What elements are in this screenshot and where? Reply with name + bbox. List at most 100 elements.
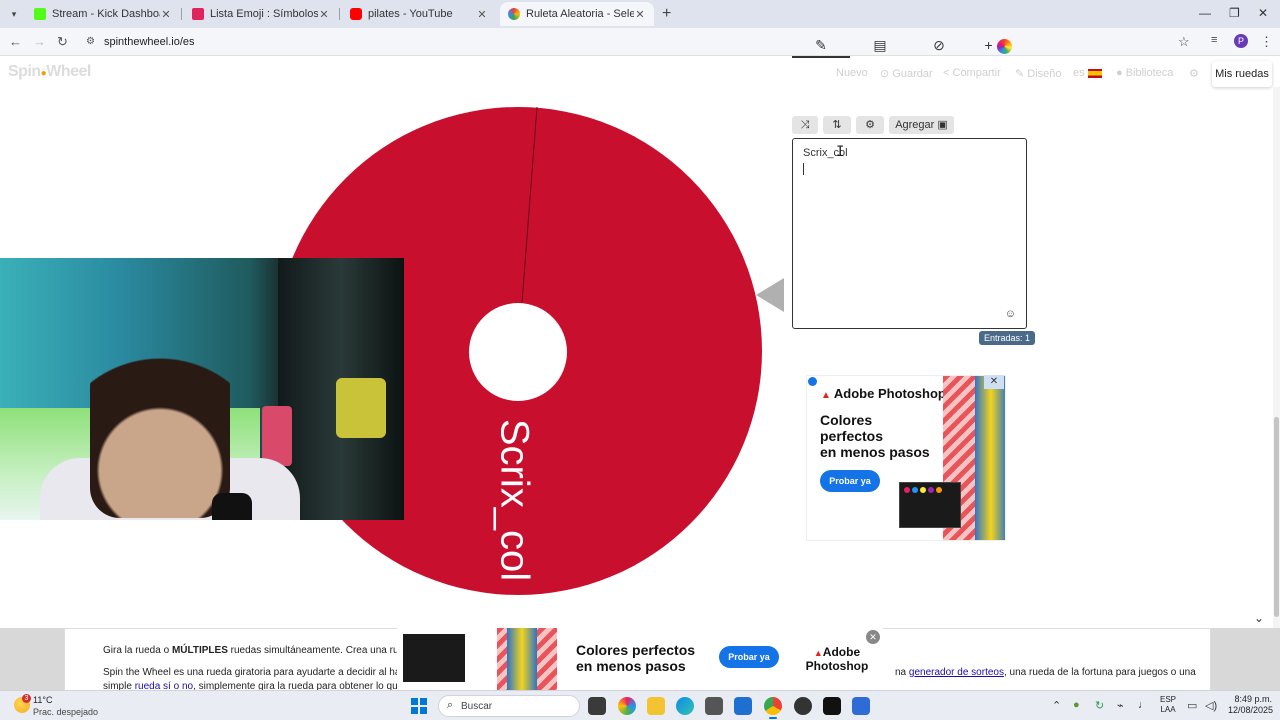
agregar-imagen-button[interactable]: Agregar ▣ — [889, 116, 954, 134]
webcam-microphone — [212, 493, 252, 520]
ad-headline-line: en menos pasos — [576, 658, 686, 674]
text-cursor-icon: I — [836, 144, 845, 160]
generador-sorteos-link[interactable]: generador de sorteos — [909, 667, 1004, 678]
tray-display-icon[interactable]: ▭ — [1187, 699, 1197, 712]
obs-icon[interactable] — [794, 697, 812, 715]
ad-color-dot — [936, 487, 942, 493]
tab-hidden[interactable]: ⊘ — [910, 34, 968, 58]
text-span: Gira la rueda o — [103, 645, 172, 656]
ad-model-image — [975, 376, 1005, 540]
ad-close-icon[interactable]: ✕ — [984, 375, 1004, 389]
tab-add-color[interactable]: + — [969, 34, 1027, 58]
settings-button[interactable]: ⚙ — [856, 116, 884, 134]
chrome-icon[interactable] — [764, 697, 782, 719]
ad-headline: Colores perfectos en menos pasos — [576, 642, 695, 674]
ad-color-dot — [904, 487, 910, 493]
system-clock[interactable]: 8:49 p.m. 12/08/2025 — [1228, 694, 1274, 716]
text-span: , una rueda de la fortuna para juegos o … — [1003, 667, 1196, 678]
tray-volume-icon[interactable]: ◁) — [1205, 699, 1217, 712]
ad-brand-text: Adobe — [822, 645, 861, 659]
keyboard-language[interactable]: ESP LAA — [1160, 695, 1176, 715]
description-line: na generador de sorteos, una rueda de la… — [895, 667, 1196, 678]
ad-brand: ▲Adobe Photoshop — [802, 646, 872, 673]
gear-icon: ⚙ — [865, 119, 875, 131]
description-line: Spin the Wheel es una rueda giratoria pa… — [103, 667, 423, 678]
search-icon: ⌕ — [447, 699, 454, 711]
wheel-pointer-arrow — [756, 278, 784, 312]
app-icon[interactable] — [705, 697, 723, 715]
ad-model-image — [507, 628, 537, 690]
color-wheel-icon — [996, 38, 1012, 54]
wheel-segment-label: Scrix_col — [492, 419, 536, 581]
ad-brand: ▲Adobe Photoshop — [821, 386, 946, 401]
ad-brand-text: Photoshop — [805, 659, 869, 673]
shuffle-icon: ⤨ — [800, 119, 810, 131]
weather-badge: 3 — [22, 694, 31, 703]
pencil-icon: ✎ — [815, 37, 827, 53]
ad-close-icon[interactable]: ✕ — [866, 630, 880, 644]
language-line: ESP — [1160, 695, 1177, 704]
tray-chevron-icon[interactable]: ⌃ — [1052, 699, 1061, 712]
sort-button[interactable]: ⇅ — [823, 116, 851, 134]
clipboard-icon: ▤ — [873, 37, 887, 53]
tray-app-icon[interactable]: ● — [1073, 699, 1080, 711]
side-advertisement[interactable]: ▲ Adobe Photoshop Colores perfectos en me… — [806, 375, 1006, 541]
app-icon[interactable] — [852, 697, 870, 715]
bottom-advertisement[interactable]: Colores perfectos en menos pasos Probar … — [397, 628, 883, 690]
image-icon: ▣ — [937, 119, 948, 131]
ad-app-mockup — [899, 482, 961, 528]
ad-headline-line: perfectos — [820, 428, 884, 444]
weather-temperature[interactable]: 11°C — [33, 695, 52, 705]
editor-tabs: ✎ ▤ ⊘ + — [792, 34, 1028, 58]
windows-start-icon[interactable] — [411, 698, 427, 714]
adobe-logo-icon: ▲ — [813, 648, 823, 658]
clock-date: 12/08/2025 — [1228, 705, 1274, 715]
ad-headline: Colores perfectos en menos pasos — [820, 412, 940, 460]
text-caret — [803, 163, 804, 175]
tab-edit-entries[interactable]: ✎ — [792, 34, 850, 58]
sort-icon: ⇅ — [832, 119, 842, 131]
ad-info-icon[interactable] — [808, 377, 817, 386]
tray-sync-icon[interactable]: ↻ — [1095, 699, 1104, 712]
ad-color-dot — [920, 487, 926, 493]
plus-icon: + — [984, 37, 993, 53]
ad-headline-line: Colores — [820, 412, 873, 428]
eye-off-icon: ⊘ — [933, 37, 945, 53]
agregar-label: Agregar — [895, 119, 935, 131]
ad-color-dot — [928, 487, 934, 493]
entries-count-badge: Entradas: 1 — [979, 331, 1036, 345]
copilot-icon[interactable] — [618, 697, 636, 715]
store-icon[interactable] — [734, 697, 752, 715]
taskbar-search[interactable]: ⌕ Buscar — [438, 695, 580, 717]
tiktok-icon[interactable] — [823, 697, 841, 715]
ad-cta-button[interactable]: Probar ya — [820, 470, 880, 492]
wheel-center-hub[interactable] — [469, 303, 567, 401]
ad-cta-button[interactable]: Probar ya — [719, 646, 779, 668]
edge-icon[interactable] — [676, 697, 694, 715]
task-view-icon[interactable] — [588, 697, 606, 715]
language-line: LAA — [1160, 705, 1176, 714]
ad-brand-text: Adobe Photoshop — [833, 386, 946, 401]
text-bold: MÚLTIPLES — [171, 645, 228, 656]
shuffle-button[interactable]: ⤨ — [792, 116, 818, 134]
webcam-bag — [262, 406, 292, 466]
weather-description[interactable]: Prac. despejado — [33, 707, 98, 717]
clock-time: 8:49 p.m. — [1234, 694, 1272, 704]
ad-app-mockup — [403, 634, 465, 682]
description-line: Gira la rueda o MÚLTIPLES ruedas simultá… — [103, 645, 429, 656]
tray-network-icon[interactable]: ⌁ — [1117, 699, 1124, 712]
webcam-overlay — [0, 258, 404, 520]
tray-mic-icon[interactable]: ♩ — [1138, 699, 1149, 711]
file-explorer-icon[interactable] — [647, 697, 665, 715]
webcam-bag — [336, 378, 386, 438]
search-placeholder: Buscar — [461, 701, 493, 712]
ad-color-dot — [912, 487, 918, 493]
emoji-picker-icon[interactable]: ☺ — [1005, 308, 1016, 320]
entries-textarea[interactable]: Scrix_col ☺ — [792, 138, 1027, 329]
tab-results[interactable]: ▤ — [851, 34, 909, 58]
text-span: na — [895, 667, 909, 678]
ad-headline-line: en menos pasos — [820, 444, 930, 460]
adobe-logo-icon: ▲ — [821, 390, 831, 401]
webcam-person-head — [90, 328, 230, 518]
windows-taskbar: 3 11°C Prac. despejado ⌕ Buscar ⌃ ● ↻ ⌁ … — [0, 690, 1280, 720]
